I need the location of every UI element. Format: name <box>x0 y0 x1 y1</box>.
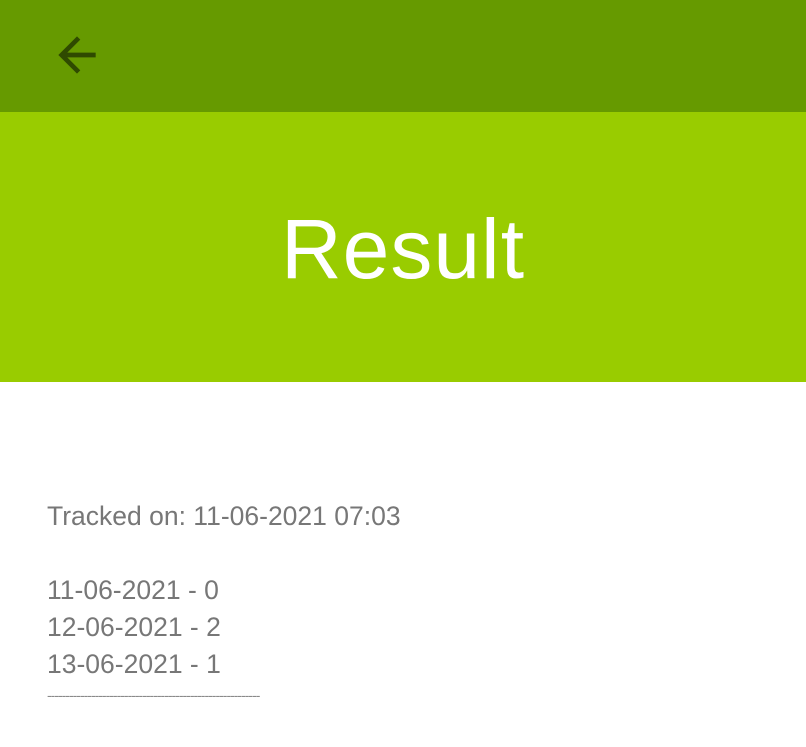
result-content: Tracked on: 11-06-2021 07:03 11-06-2021 … <box>47 498 767 707</box>
tracked-on-text: Tracked on: 11-06-2021 07:03 <box>47 501 401 531</box>
result-header: Result <box>0 112 806 382</box>
page-title: Result <box>280 201 526 296</box>
back-button[interactable] <box>38 22 116 88</box>
result-entry: 12-06-2021 - 2 <box>47 612 221 642</box>
result-entry: 13-06-2021 - 1 <box>47 649 221 679</box>
arrow-left-icon <box>58 36 96 74</box>
result-entry: 11-06-2021 - 0 <box>47 575 219 605</box>
separator-line: ----------------------------------------… <box>47 687 260 703</box>
top-app-bar <box>0 0 806 112</box>
